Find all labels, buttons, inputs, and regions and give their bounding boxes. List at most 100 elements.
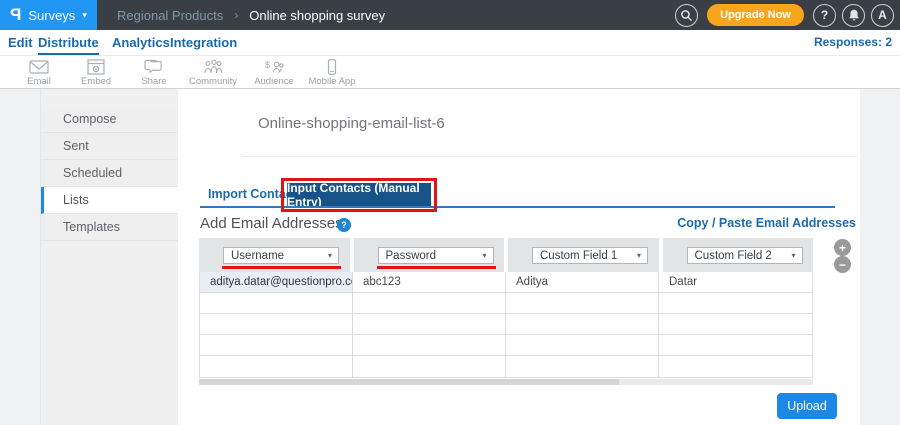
annotation-red-underline [222,266,341,269]
cell-password[interactable] [353,314,506,335]
breadcrumb-parent[interactable]: Regional Products [117,8,223,23]
questionpro-logo-icon: P [10,5,22,24]
toolbar-item-label: Audience [254,76,294,87]
chevron-down-icon: ▾ [636,251,641,260]
nav-distribute[interactable]: Distribute [38,30,99,55]
cell-email[interactable] [200,293,353,314]
contacts-table-rows: aditya.datar@questionpro.com abc123 Adit… [199,272,813,378]
bell-icon [848,9,859,20]
email-list-title: Online-shopping-email-list-6 [258,115,445,132]
table-row: aditya.datar@questionpro.com abc123 Adit… [200,272,812,293]
custom-field-2-select[interactable]: Custom Field 2 ▾ [686,247,803,264]
avatar-letter: A [878,8,887,22]
table-row [200,293,812,314]
chevron-down-icon: ▾ [82,9,87,20]
toolbar-item-label: Email [27,76,51,87]
toolbar-item-embed[interactable]: Embed [67,59,125,87]
avatar[interactable]: A [871,3,894,27]
toolbar-item-email[interactable]: Email [10,59,68,87]
cell-custom-2[interactable] [659,293,812,314]
toolbar-item-label: Community [188,76,238,87]
nav-edit[interactable]: Edit [8,30,33,55]
cell-custom-2[interactable]: Datar [659,272,812,293]
header-cell-custom-field-2: Custom Field 2 ▾ [662,238,813,272]
copy-paste-email-addresses-link[interactable]: Copy / Paste Email Addresses [677,216,856,230]
scrollbar-thumb[interactable] [199,379,619,385]
username-field-select[interactable]: Username ▾ [223,247,339,264]
sidebar-items: Compose Sent Scheduled Lists Templates [41,106,179,241]
header-cell-password: Password ▾ [353,238,504,272]
sidebar-item-compose[interactable]: Compose [41,106,179,133]
cell-password[interactable] [353,293,506,314]
select-value: Password [385,249,437,262]
cell-custom-2[interactable] [659,356,812,377]
toolbar-item-label: Embed [80,76,112,87]
chevron-down-icon: ▾ [791,251,796,260]
question-mark-icon: ? [820,8,829,22]
responses-count[interactable]: Responses: 2 [814,30,892,55]
toolbar-item-community[interactable]: Community [184,59,242,87]
cell-custom-2[interactable] [659,335,812,356]
distribute-toolbar: Email Embed Share Community $ Audience M… [0,56,900,137]
email-icon [29,60,49,74]
cell-password[interactable]: abc123 [353,272,506,293]
table-row [200,314,812,335]
embed-icon [87,59,105,75]
cell-custom-1[interactable] [506,314,659,335]
cell-custom-1[interactable]: Aditya [506,272,659,293]
email-sidebar: Compose Sent Scheduled Lists Templates [40,89,179,425]
product-menu-label: Surveys [28,7,76,23]
lists-panel: Online-shopping-email-list-6 Import Cont… [178,89,860,425]
audience-icon: $ [265,60,284,73]
svg-text:$: $ [265,60,270,70]
toolbar-item-label: Mobile App [308,76,356,87]
sidebar-item-scheduled[interactable]: Scheduled [41,160,179,187]
table-row [200,335,812,356]
toolbar-item-audience[interactable]: $ Audience [245,59,303,87]
add-row-button[interactable]: + [834,239,851,256]
sidebar-item-templates[interactable]: Templates [41,214,179,241]
help-button[interactable]: ? [813,3,836,27]
remove-row-button[interactable]: − [834,256,851,273]
cell-email[interactable] [200,356,353,377]
upload-button[interactable]: Upload [777,393,837,419]
password-field-select[interactable]: Password ▾ [377,247,494,264]
contacts-table-header: Username ▾ Password ▾ Custom Field 1 ▾ C… [199,238,813,272]
toolbar-item-share[interactable]: Share [125,59,183,87]
nav-integration[interactable]: Integration [170,30,237,55]
help-icon[interactable]: ? [337,218,351,232]
breadcrumb-current: Online shopping survey [249,7,386,23]
chevron-down-icon: ▾ [327,251,332,260]
select-value: Username [231,249,285,262]
sidebar-item-lists[interactable]: Lists [41,187,179,214]
add-email-addresses-title: Add Email Addresses [200,215,343,232]
horizontal-scrollbar[interactable] [199,379,813,385]
nav-analytics[interactable]: Analytics [112,30,170,55]
topbar-actions: Upgrade Now ? A [675,0,894,30]
tab-input-contacts-manual-entry[interactable]: Input Contacts (Manual Entry) [287,181,431,209]
select-value: Custom Field 1 [540,249,618,262]
search-icon [681,9,693,21]
cell-password[interactable] [353,356,506,377]
sidebar-item-sent[interactable]: Sent [41,133,179,160]
cell-email[interactable] [200,335,353,356]
cell-custom-1[interactable] [506,293,659,314]
select-value: Custom Field 2 [694,249,772,262]
share-icon [144,59,162,74]
search-button[interactable] [675,3,699,27]
notifications-button[interactable] [842,3,865,27]
custom-field-1-select[interactable]: Custom Field 1 ▾ [532,247,648,264]
survey-nav: Edit Distribute Analytics Integration Re… [0,30,900,56]
page-body: Compose Sent Scheduled Lists Templates O… [0,89,900,425]
upgrade-now-button[interactable]: Upgrade Now [707,4,804,26]
cell-email[interactable] [200,314,353,335]
cell-custom-1[interactable] [506,356,659,377]
cell-email[interactable]: aditya.datar@questionpro.com [200,272,353,293]
product-switcher[interactable]: P Surveys ▾ [0,0,97,30]
chevron-down-icon: ▾ [482,251,487,260]
cell-password[interactable] [353,335,506,356]
cell-custom-2[interactable] [659,314,812,335]
cell-custom-1[interactable] [506,335,659,356]
table-row [200,356,812,377]
toolbar-item-mobile-app[interactable]: Mobile App [303,59,361,87]
